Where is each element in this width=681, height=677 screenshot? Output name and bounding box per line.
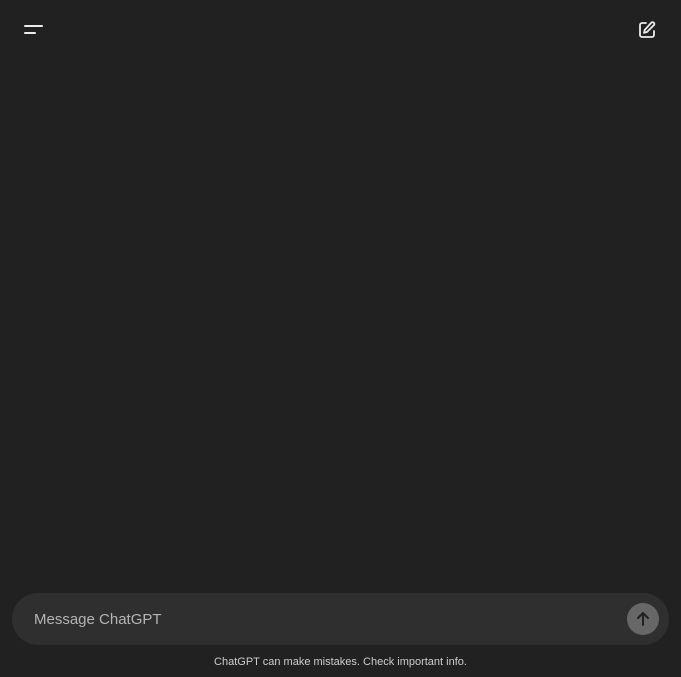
disclaimer-text: ChatGPT can make mistakes. Check importa… — [214, 656, 467, 668]
conversation-area — [0, 60, 681, 587]
chat-app: ChatGPT can make mistakes. Check importa… — [0, 0, 681, 677]
edit-pencil-icon — [639, 21, 656, 38]
send-button[interactable] — [627, 603, 659, 635]
message-composer — [12, 593, 669, 645]
arrow-up-icon — [637, 612, 649, 626]
message-input[interactable] — [34, 593, 614, 645]
top-bar — [0, 0, 681, 60]
new-chat-button[interactable] — [629, 12, 665, 48]
sidebar-toggle-button[interactable] — [16, 12, 52, 48]
hamburger-menu-icon — [24, 25, 43, 34]
